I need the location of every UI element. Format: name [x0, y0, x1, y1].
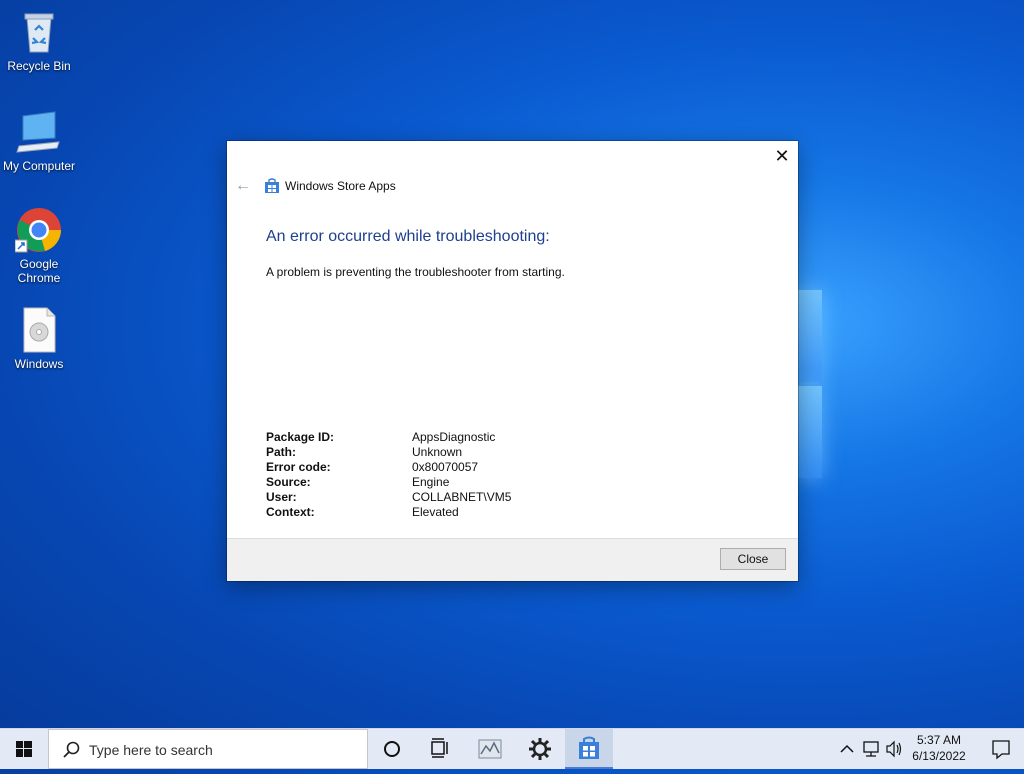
task-view-button[interactable] [416, 729, 464, 769]
error-heading: An error occurred while troubleshooting: [266, 228, 550, 245]
taskbar-app-settings[interactable] [516, 729, 564, 769]
windows-logo-icon [16, 741, 32, 757]
detail-row: Error code: 0x80070057 [266, 460, 511, 475]
detail-row: Context: Elevated [266, 505, 511, 520]
cortana-button[interactable] [368, 729, 416, 769]
detail-value: 0x80070057 [412, 460, 479, 474]
desktop-icon-recycle-bin[interactable]: Recycle Bin [0, 8, 78, 73]
desktop-icon-my-computer[interactable]: My Computer [0, 108, 78, 173]
chevron-up-icon [840, 744, 854, 753]
chrome-icon [14, 206, 63, 254]
detail-value: AppsDiagnostic [412, 430, 496, 444]
app-title: Windows Store Apps [285, 179, 396, 193]
detail-key: Error code: [266, 460, 331, 474]
gear-icon [529, 738, 551, 760]
clock-time: 5:37 AM [916, 733, 962, 747]
detail-value: Elevated [412, 505, 459, 519]
close-icon[interactable]: ✕ [772, 145, 792, 167]
task-view-icon [431, 738, 448, 758]
detail-value: Engine [412, 475, 450, 489]
detail-key: Context: [266, 505, 315, 519]
store-icon [579, 736, 599, 759]
network-icon [863, 741, 879, 757]
store-icon [264, 178, 280, 194]
desktop-icon-windows[interactable]: Windows [0, 306, 78, 371]
speaker-icon [886, 740, 902, 758]
start-button[interactable] [0, 729, 48, 769]
search-box[interactable]: Type here to search [48, 729, 368, 769]
computer-icon [15, 108, 63, 156]
close-button[interactable]: Close [720, 548, 786, 570]
taskbar-app-monitor[interactable] [466, 729, 514, 769]
action-center-button[interactable] [978, 729, 1024, 769]
detail-value: COLLABNET\VM5 [412, 490, 512, 504]
volume-button[interactable] [884, 729, 904, 769]
desktop-icon-label: Windows [14, 357, 64, 371]
network-button[interactable] [860, 729, 882, 769]
recycle-bin-icon [15, 8, 63, 56]
cortana-circle-icon [384, 741, 400, 757]
wallpaper-windows-logo [798, 290, 824, 480]
system-clock[interactable]: 5:37 AM 6/13/2022 [906, 732, 972, 764]
detail-key: Package ID: [266, 430, 335, 444]
search-icon [63, 741, 80, 758]
desktop-icon-google-chrome[interactable]: Google Chrome [0, 206, 78, 285]
troubleshooter-dialog: ✕ ← Windows Store Apps An error occurred… [227, 141, 798, 581]
back-arrow-icon[interactable]: ← [235, 177, 251, 195]
desktop-icon-label: Google Chrome [17, 257, 61, 285]
detail-value: Unknown [412, 445, 463, 459]
detail-row: Path: Unknown [266, 445, 511, 460]
desktop-icon-label: My Computer [2, 159, 76, 173]
notification-icon [992, 740, 1010, 760]
detail-row: User: COLLABNET\VM5 [266, 490, 511, 505]
dialog-footer: Close [227, 538, 798, 581]
error-message: A problem is preventing the troubleshoot… [266, 265, 565, 279]
detail-row: Package ID: AppsDiagnostic [266, 430, 511, 445]
search-placeholder: Type here to search [89, 742, 213, 758]
error-details: Package ID: AppsDiagnostic Path: Unknown… [266, 430, 511, 520]
disc-file-icon [15, 306, 63, 354]
detail-key: Path: [266, 445, 296, 459]
clock-date: 6/13/2022 [912, 749, 966, 763]
detail-key: User: [266, 490, 297, 504]
detail-row: Source: Engine [266, 475, 511, 490]
show-hidden-icons-button[interactable] [838, 729, 856, 769]
taskbar-app-store[interactable] [565, 729, 613, 769]
desktop-icon-label: Recycle Bin [7, 59, 71, 73]
detail-key: Source: [266, 475, 311, 489]
taskbar: Type here to search 5:37 AM 6/13/2022 [0, 728, 1024, 769]
resource-monitor-icon [478, 739, 502, 759]
